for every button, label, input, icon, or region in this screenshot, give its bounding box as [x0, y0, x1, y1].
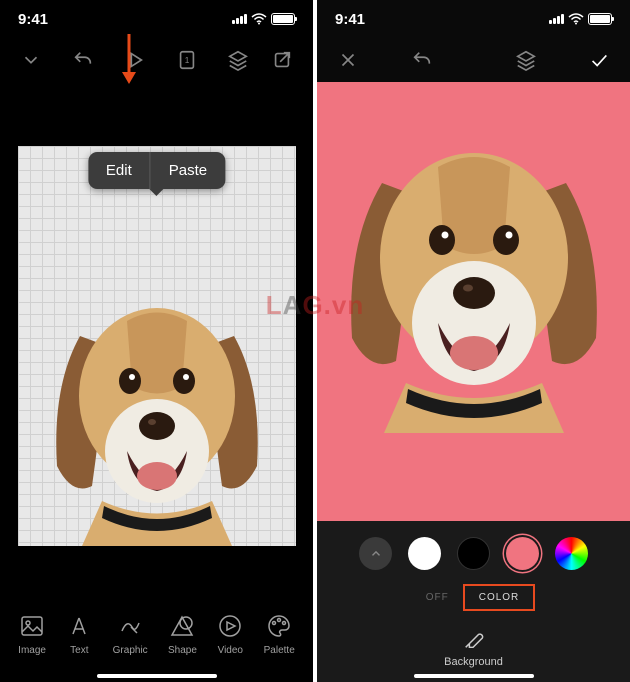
context-menu: Edit Paste [88, 152, 225, 189]
signal-icon [549, 14, 564, 24]
background-tool[interactable]: Background [444, 627, 503, 668]
swatch-pink[interactable] [506, 537, 539, 570]
palette-icon [266, 613, 292, 639]
status-time: 9:41 [18, 11, 48, 28]
background-label: Background [444, 656, 503, 668]
dog-image[interactable] [32, 266, 282, 546]
tool-label: Video [218, 645, 243, 656]
video-icon [217, 613, 243, 639]
wifi-icon [251, 13, 267, 25]
status-bar: 9:41 [0, 0, 313, 38]
tool-label: Palette [264, 645, 295, 656]
graphic-icon [117, 613, 143, 639]
canvas[interactable]: Edit Paste [18, 146, 296, 546]
color-swatches [359, 537, 588, 570]
share-icon[interactable] [271, 49, 293, 71]
chevron-down-icon[interactable] [20, 49, 42, 71]
canvas-background[interactable] [317, 82, 630, 521]
layers-icon[interactable] [515, 49, 537, 71]
toggle-off[interactable]: OFF [412, 586, 463, 609]
canvas-area[interactable]: Edit Paste [0, 82, 313, 592]
undo-icon[interactable] [411, 49, 433, 71]
close-icon[interactable] [337, 49, 359, 71]
battery-icon [271, 13, 295, 25]
edit-button[interactable]: Edit [88, 152, 150, 189]
tool-text[interactable]: Text [66, 613, 92, 656]
swatch-black[interactable] [457, 537, 490, 570]
annotation-arrow [119, 32, 139, 91]
layers-icon[interactable] [227, 49, 249, 71]
tool-shape[interactable]: Shape [168, 613, 197, 656]
tool-label: Text [70, 645, 88, 656]
text-icon [66, 613, 92, 639]
expand-swatches-icon[interactable] [359, 537, 392, 570]
svg-text:1: 1 [184, 56, 189, 65]
paste-button[interactable]: Paste [151, 152, 225, 189]
tool-video[interactable]: Video [217, 613, 243, 656]
tool-label: Shape [168, 645, 197, 656]
pages-icon[interactable]: 1 [176, 49, 198, 71]
eraser-icon [462, 627, 486, 651]
wifi-icon [568, 13, 584, 25]
tool-palette[interactable]: Palette [264, 613, 295, 656]
background-panel: OFF COLOR Background [317, 521, 630, 682]
tool-label: Image [18, 645, 46, 656]
status-right [549, 13, 612, 25]
screenshot-left: 9:41 1 Edit Paste [0, 0, 313, 682]
top-toolbar: 1 [0, 38, 313, 82]
swatch-color-picker[interactable] [555, 537, 588, 570]
shape-icon [169, 613, 195, 639]
background-toggle: OFF COLOR [412, 584, 536, 611]
toggle-color[interactable]: COLOR [463, 584, 536, 611]
dog-image[interactable] [324, 103, 624, 433]
status-bar: 9:41 [317, 0, 630, 38]
undo-icon[interactable] [72, 49, 94, 71]
tool-label: Graphic [113, 645, 148, 656]
swatch-white[interactable] [408, 537, 441, 570]
signal-icon [232, 14, 247, 24]
status-right [232, 13, 295, 25]
tool-image[interactable]: Image [18, 613, 46, 656]
home-indicator [97, 674, 217, 678]
check-icon[interactable] [588, 49, 610, 71]
screenshot-right: 9:41 [317, 0, 630, 682]
battery-icon [588, 13, 612, 25]
status-time: 9:41 [335, 11, 365, 28]
tool-graphic[interactable]: Graphic [113, 613, 148, 656]
home-indicator [414, 674, 534, 678]
bottom-tools: Image Text Graphic Shape Video Palette [0, 592, 313, 682]
image-icon [19, 613, 45, 639]
top-toolbar [317, 38, 630, 82]
